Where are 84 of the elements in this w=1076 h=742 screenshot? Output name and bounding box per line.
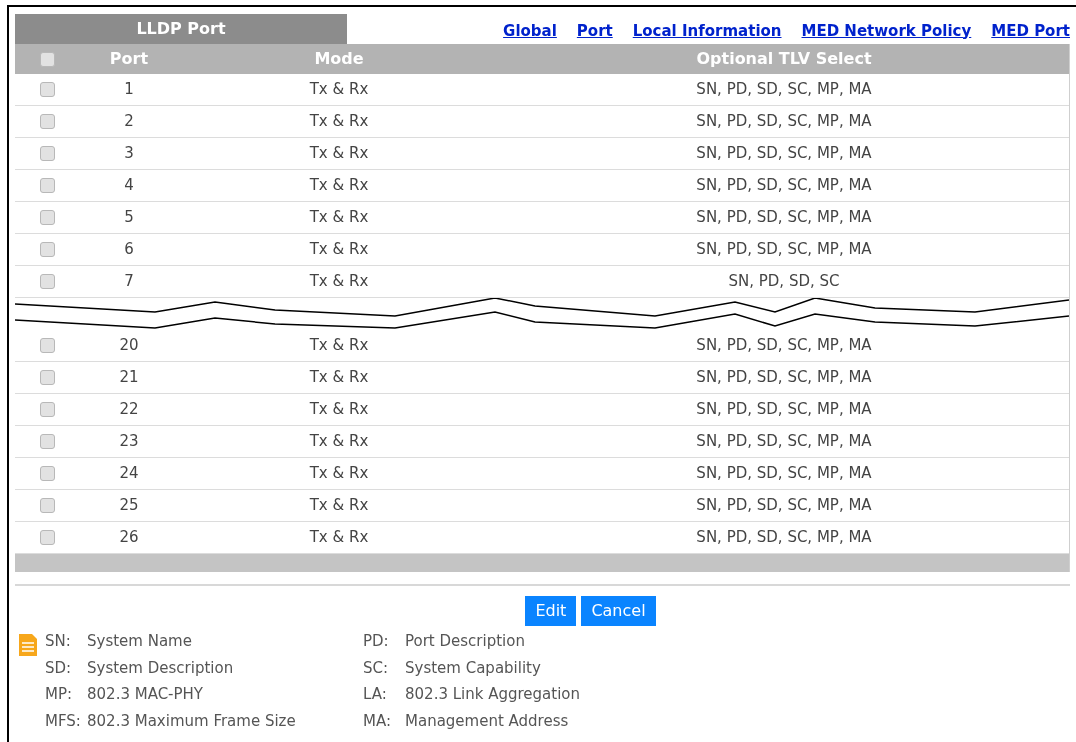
edit-button[interactable]: Edit	[525, 596, 577, 626]
legend-abbreviation: SN:	[45, 631, 72, 652]
checkbox[interactable]	[39, 51, 55, 67]
checkbox[interactable]	[39, 274, 55, 289]
port-cell: 1	[124, 80, 134, 99]
port-cell: 3	[124, 144, 134, 163]
port-cell: 5	[124, 208, 134, 227]
tlv-cell: SN, PD, SD, SC, MP, MA	[696, 176, 872, 195]
checkbox[interactable]	[39, 434, 55, 449]
tlv-cell: SN, PD, SD, SC, MP, MA	[696, 432, 872, 451]
port-cell: 2	[124, 112, 134, 131]
mode-cell: Tx & Rx	[309, 272, 369, 291]
checkbox[interactable]	[39, 498, 55, 513]
legend-description: Management Address	[405, 710, 569, 732]
cancel-button[interactable]: Cancel	[581, 596, 656, 626]
nav-link[interactable]: Port	[576, 19, 613, 42]
port-cell: 23	[119, 432, 139, 451]
legend-abbreviation: SC:	[363, 657, 390, 679]
checkbox[interactable]	[39, 210, 55, 225]
note-icon	[19, 634, 37, 656]
legend-abbreviation: MFS:	[45, 710, 82, 732]
nav-link[interactable]: Global	[503, 19, 557, 42]
mode-cell: Tx & Rx	[309, 368, 369, 387]
legend-abbreviation: PD:	[363, 631, 390, 652]
checkbox[interactable]	[39, 82, 55, 97]
port-cell: 20	[119, 336, 139, 355]
legend-abbreviation: SD:	[45, 657, 73, 679]
port-cell: 24	[119, 464, 139, 483]
legend-description: System Capability	[405, 657, 541, 679]
tlv-cell: SN, PD, SD, SC, MP, MA	[696, 368, 872, 387]
checkbox[interactable]	[39, 338, 55, 353]
mode-cell: Tx & Rx	[309, 208, 369, 227]
tlv-cell: SN, PD, SD, SC, MP, MA	[696, 144, 872, 163]
checkbox[interactable]	[39, 146, 55, 161]
tlv-cell: SN, PD, SD, SC, MP, MA	[696, 336, 872, 355]
tlv-cell: SN, PD, SD, SC, MP, MA	[696, 208, 872, 227]
port-cell: 6	[124, 240, 134, 259]
mode-cell: Tx & Rx	[309, 464, 369, 483]
legend-description: 802.3 Maximum Frame Size	[87, 710, 296, 732]
mode-cell: Tx & Rx	[309, 80, 369, 99]
port-cell: 25	[119, 496, 139, 515]
checkbox[interactable]	[39, 530, 55, 545]
port-cell: 22	[119, 400, 139, 419]
checkbox[interactable]	[39, 178, 55, 193]
legend-description: 802.3 Link Aggregation	[405, 684, 580, 705]
port-cell: 26	[119, 528, 139, 547]
tlv-cell: SN, PD, SD, SC	[728, 272, 840, 291]
tlv-cell: SN, PD, SD, SC, MP, MA	[696, 240, 872, 259]
port-cell: 21	[119, 368, 139, 387]
column-header: Optional TLV Select	[696, 49, 872, 68]
mode-cell: Tx & Rx	[309, 176, 369, 195]
checkbox[interactable]	[39, 466, 55, 481]
tlv-cell: SN, PD, SD, SC, MP, MA	[696, 528, 872, 547]
mode-cell: Tx & Rx	[309, 496, 369, 515]
legend-abbreviation: MA:	[363, 710, 392, 732]
checkbox[interactable]	[39, 370, 55, 385]
nav-link[interactable]: MED Network Policy	[801, 19, 972, 42]
port-cell: 4	[124, 176, 134, 195]
mode-cell: Tx & Rx	[309, 336, 369, 355]
legend-description: System Name	[87, 631, 192, 652]
tlv-cell: SN, PD, SD, SC, MP, MA	[696, 464, 872, 483]
tlv-cell: SN, PD, SD, SC, MP, MA	[696, 80, 872, 99]
nav-link[interactable]: MED Port	[991, 19, 1070, 42]
port-cell: 7	[124, 272, 134, 291]
tlv-cell: SN, PD, SD, SC, MP, MA	[696, 112, 872, 131]
legend-abbreviation: LA:	[363, 684, 388, 705]
nav-link[interactable]: Local Information	[632, 19, 782, 42]
legend-description: System Description	[87, 657, 234, 679]
mode-cell: Tx & Rx	[309, 240, 369, 259]
column-header: Mode	[314, 49, 364, 68]
column-header: Port	[109, 49, 149, 68]
checkbox[interactable]	[39, 402, 55, 417]
mode-cell: Tx & Rx	[309, 112, 369, 131]
legend-description: 802.3 MAC-PHY	[87, 684, 204, 705]
tlv-cell: SN, PD, SD, SC, MP, MA	[696, 400, 872, 419]
legend-description: Port Description	[405, 631, 525, 652]
mode-cell: Tx & Rx	[309, 400, 369, 419]
mode-cell: Tx & Rx	[309, 432, 369, 451]
mode-cell: Tx & Rx	[309, 144, 369, 163]
checkbox[interactable]	[39, 114, 55, 129]
legend-abbreviation: MP:	[45, 684, 74, 705]
checkbox[interactable]	[39, 242, 55, 257]
mode-cell: Tx & Rx	[309, 528, 369, 547]
tlv-cell: SN, PD, SD, SC, MP, MA	[696, 496, 872, 515]
